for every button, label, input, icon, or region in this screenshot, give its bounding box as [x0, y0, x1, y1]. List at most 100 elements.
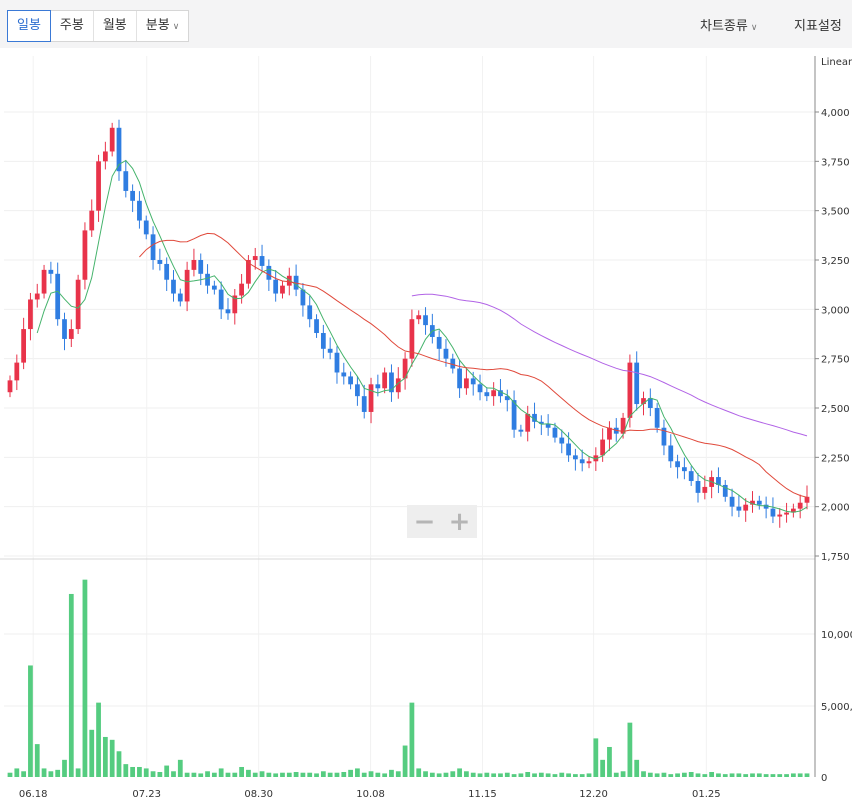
volume-bar — [511, 774, 517, 777]
candle-body — [320, 333, 326, 349]
volume-bar — [586, 773, 592, 777]
volume-bar — [334, 772, 340, 777]
volume-bar — [559, 772, 565, 777]
volume-bar — [307, 772, 313, 777]
candle-body — [327, 348, 333, 353]
volume-bar — [470, 772, 476, 777]
tab-minute-label: 분봉 — [145, 18, 170, 33]
tab-weekly[interactable]: 주봉 — [51, 11, 94, 41]
volume-bar — [627, 722, 633, 777]
candle-body — [341, 372, 347, 377]
volume-bar — [647, 772, 653, 777]
volume-tick-label: 0 — [821, 773, 827, 784]
candle-body — [191, 260, 197, 270]
candle-body — [695, 481, 701, 493]
tab-minute[interactable]: 분봉 ∨ — [137, 11, 189, 41]
volume-bar — [654, 773, 660, 777]
candle-body — [586, 461, 592, 464]
volume-bar — [41, 768, 47, 777]
candle-body — [688, 471, 694, 482]
scale-label: Linear — [821, 57, 852, 68]
candle-body — [123, 171, 129, 191]
volume-bar — [790, 773, 796, 777]
x-tick-label: 08.30 — [244, 789, 273, 800]
volume-bar — [382, 773, 388, 777]
volume-bar — [402, 745, 408, 777]
candle-body — [675, 461, 680, 468]
volume-bar — [464, 771, 469, 777]
y-tick-label: 2,000 — [821, 503, 850, 514]
volume-bar — [157, 771, 163, 777]
volume-bar — [14, 768, 20, 777]
candle-body — [443, 348, 449, 359]
chart-axes: 4,000 3,750 3,500 3,250 3,000 2,750 2,500 2,250… — [19, 56, 852, 800]
indicator-settings-button[interactable]: 지표설정 — [794, 15, 842, 34]
x-tick-label: 11.15 — [468, 789, 497, 800]
volume-bar — [341, 771, 347, 777]
candle-body — [579, 459, 585, 464]
volume-bar — [600, 759, 606, 777]
volume-bar — [62, 759, 67, 777]
volume-bar — [518, 773, 524, 777]
candle-body — [314, 319, 319, 334]
volume-bar — [661, 772, 667, 777]
candlesticks — [7, 119, 810, 528]
candle-body — [211, 285, 217, 290]
y-tick-label: 3,250 — [821, 256, 850, 267]
y-tick-label: 2,750 — [821, 355, 850, 366]
candle-body — [382, 372, 388, 389]
volume-bar — [55, 769, 61, 777]
volume-bar — [150, 771, 156, 777]
zoom-in-button[interactable]: + — [449, 507, 471, 537]
candle-body — [654, 408, 660, 428]
volume-bar — [429, 772, 435, 777]
volume-tick-label: 10,000,000 — [821, 630, 852, 641]
volume-bar — [634, 759, 640, 777]
candle-body — [566, 443, 571, 456]
tab-monthly[interactable]: 월봉 — [94, 11, 137, 41]
volume-bar — [688, 771, 694, 777]
volume-bar — [641, 771, 646, 777]
volume-bar — [102, 736, 108, 777]
volume-bar — [607, 746, 612, 777]
volume-bar — [545, 773, 551, 777]
price-volume-chart[interactable]: 4,000 3,750 3,500 3,250 3,000 2,750 2,500 2,250… — [0, 48, 852, 807]
candle-body — [96, 161, 101, 211]
candle-body — [573, 455, 578, 460]
volume-bar — [280, 772, 285, 777]
candle-body — [82, 230, 88, 280]
volume-bar — [211, 772, 217, 777]
volume-bar — [579, 774, 585, 777]
volume-bar — [327, 772, 333, 777]
volume-bar — [75, 768, 81, 777]
candle-body — [205, 273, 210, 286]
volume-bar — [239, 766, 244, 777]
y-tick-label: 3,750 — [821, 157, 850, 168]
chevron-down-icon: ∨ — [750, 23, 758, 33]
volume-bar — [375, 772, 381, 777]
candle-body — [280, 285, 285, 294]
chart-type-menu[interactable]: 차트종류 ∨ — [700, 15, 757, 34]
candle-body — [368, 384, 374, 412]
volume-bar — [729, 773, 735, 777]
volume-bar — [702, 774, 708, 777]
tab-daily[interactable]: 일봉 — [7, 10, 51, 42]
volume-bar — [109, 739, 115, 777]
zoom-out-button[interactable]: − — [414, 507, 436, 537]
candle-body — [225, 309, 231, 314]
volume-bar — [675, 773, 680, 777]
volume-bar — [389, 769, 394, 777]
candle-body — [777, 514, 783, 517]
candle-body — [164, 263, 170, 280]
candle-body — [464, 378, 469, 389]
volume-bar — [450, 771, 456, 777]
candle-body — [600, 439, 606, 456]
candle-body — [157, 260, 163, 264]
volume-bar — [491, 773, 497, 777]
candle-body — [784, 512, 789, 515]
volume-bar — [68, 593, 74, 777]
period-tabs: 일봉 주봉 월봉 분봉 ∨ — [7, 10, 190, 42]
volume-bar — [130, 766, 135, 777]
volume-bar — [436, 773, 442, 777]
volume-bar — [552, 774, 558, 777]
